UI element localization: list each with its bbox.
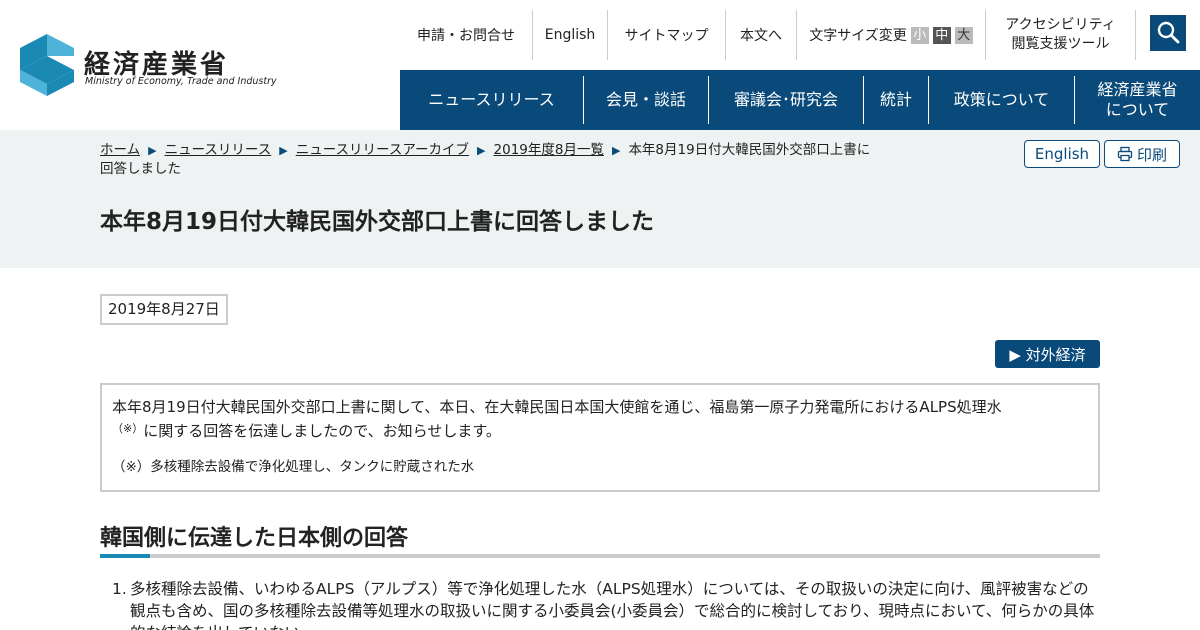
english-page-button[interactable]: English [1024,140,1100,168]
section-heading: 韓国側に伝達した日本側の回答 [100,526,409,551]
list-number: 1. [112,580,127,598]
search-button[interactable] [1150,15,1186,51]
sitemap-link[interactable]: サイトマップ [608,10,725,60]
heading-accent [100,554,150,558]
nav-about-line2: について [1105,100,1170,119]
divider [1135,10,1136,60]
lead-line2: に関する回答を伝達しましたので、お知らせします。 [143,422,501,440]
nav-councils[interactable]: 審議会･研究会 [709,70,863,130]
nav-policies[interactable]: 政策について [929,70,1074,130]
lead-box: 本年8月19日付大韓民国外交部口上書に関して、本日、在大韓民国日本国大使館を通じ… [100,383,1100,492]
inquiry-link[interactable]: 申請・お問合せ [400,10,532,60]
breadcrumb-current-cont: 回答しました [100,161,181,177]
printer-icon [1117,146,1133,162]
english-link[interactable]: English [533,10,607,60]
breadcrumb-arrow-icon: ▶ [148,144,157,157]
search-icon [1157,21,1180,44]
font-size-switcher: 文字サイズ変更 小 中 大 [797,10,985,60]
breadcrumb-home[interactable]: ホーム [100,142,140,158]
list-item: 多核種除去設備、いわゆるALPS（アルプス）等で浄化処理した水（ALPS処理水）… [130,580,1095,630]
font-size-medium-button[interactable]: 中 [932,26,951,44]
a11y-label-line2: 閲覧支援ツール [1011,36,1110,52]
lead-line1: 本年8月19日付大韓民国外交部口上書に関して、本日、在大韓民国日本国大使館を通じ… [112,398,1002,416]
global-nav: ニュースリリース 会見・談話 審議会･研究会 統計 政策について 経済産業省 に… [400,70,1200,130]
lead-text: 本年8月19日付大韓民国外交部口上書に関して、本日、在大韓民国日本国大使館を通じ… [112,395,1088,443]
breadcrumb-current: 本年8月19日付大韓民国外交部口上書に [628,142,871,158]
logo-english-name: Ministry of Economy, Trade and Industry [85,76,277,87]
site-header: 経済産業省 Ministry of Economy, Trade and Ind… [0,0,1200,130]
font-size-small-button[interactable]: 小 [910,26,929,44]
publish-date: 2019年8月27日 [100,294,228,325]
breadcrumb-archive[interactable]: ニュースリリースアーカイブ [296,142,469,158]
nav-statistics[interactable]: 統計 [864,70,928,130]
breadcrumb: ホーム ▶ ニュースリリース ▶ ニュースリリースアーカイブ ▶ 2019年度8月一覧 ▶ 本年… [100,141,900,179]
font-size-label: 文字サイズ変更 [809,28,907,44]
heading-underline [100,554,1100,558]
skip-to-content-link[interactable]: 本文へ [726,10,796,60]
footnote: （※）多核種除去設備で浄化処理し、タンクに貯蔵された水 [112,459,475,475]
nav-news-release[interactable]: ニュースリリース [400,70,583,130]
breadcrumb-arrow-icon: ▶ [611,144,621,157]
breadcrumb-month-list[interactable]: 2019年度8月一覧 [494,142,604,158]
breadcrumb-news-release[interactable]: ニュースリリース [165,142,272,158]
breadcrumb-arrow-icon: ▶ [279,144,288,157]
print-button[interactable]: 印刷 [1104,140,1180,168]
site-logo[interactable]: 経済産業省 Ministry of Economy, Trade and Ind… [20,34,277,96]
nav-about-line1: 経済産業省 [1097,80,1178,99]
breadcrumb-arrow-icon: ▶ [477,144,486,157]
accessibility-tool-link[interactable]: アクセシビリティ 閲覧支援ツール [986,10,1135,60]
a11y-label-line1: アクセシビリティ [1005,17,1116,33]
page-title: 本年8月19日付大韓民国外交部口上書に回答しました [100,209,655,235]
font-size-large-button[interactable]: 大 [954,26,973,44]
footnote-mark: （※） [112,422,144,435]
meti-logo-mark [20,34,74,96]
nav-press-conference[interactable]: 会見・談話 [584,70,708,130]
title-band: ホーム ▶ ニュースリリース ▶ ニュースリリースアーカイブ ▶ 2019年度8月一覧 ▶ 本年… [0,130,1200,268]
nav-about-meti[interactable]: 経済産業省 について [1075,70,1200,130]
print-label: 印刷 [1136,145,1167,164]
category-tag-button[interactable]: ▶ 対外経済 [995,340,1100,368]
utility-nav: 申請・お問合せ English サイトマップ 本文へ 文字サイズ変更 小 中 大… [400,10,1200,60]
